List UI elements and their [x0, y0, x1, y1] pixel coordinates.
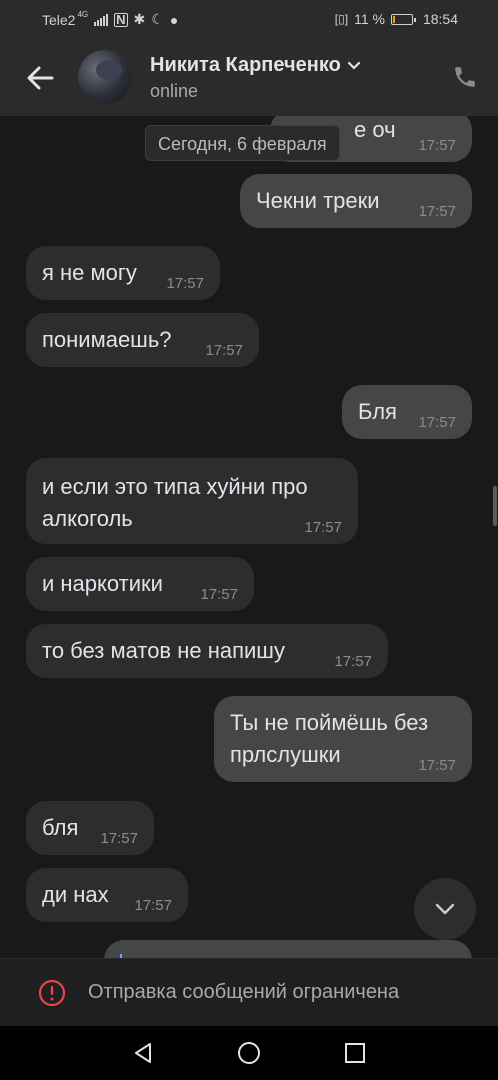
- message-text: и наркотики: [42, 571, 163, 596]
- system-nav-bar: [0, 1026, 498, 1080]
- message-time: 17:57: [166, 275, 204, 292]
- phone-icon[interactable]: [452, 64, 478, 90]
- message-bubble[interactable]: и наркотики 17:57: [26, 557, 254, 611]
- status-bar: Tele2 4G N ✱ ☾ ● [▯] 11 % 18:54: [0, 0, 498, 40]
- message-bubble[interactable]: Чекни треки 17:57: [240, 174, 472, 228]
- chat-header: Никита Карпеченко online: [0, 40, 498, 116]
- signal-icon: [94, 13, 109, 26]
- message-list[interactable]: е оч 17:57 Сегодня, 6 февраля Чекни трек…: [0, 116, 498, 958]
- vibrate-icon: [▯]: [334, 12, 349, 26]
- recents-nav-icon[interactable]: [342, 1040, 368, 1066]
- home-nav-icon[interactable]: [236, 1040, 262, 1066]
- scroll-down-button[interactable]: [414, 878, 476, 940]
- message-text: бля: [42, 815, 79, 840]
- avatar[interactable]: [78, 50, 132, 104]
- contact-name[interactable]: Никита Карпеченко: [150, 54, 361, 77]
- message-bubble[interactable]: Бля 17:57: [342, 385, 472, 439]
- message-text: то без матов не напишу: [42, 638, 285, 663]
- nfc-icon: N: [114, 11, 128, 27]
- back-arrow-icon[interactable]: [22, 60, 58, 96]
- message-text: ди нах: [42, 882, 109, 907]
- date-separator: Сегодня, 6 февраля: [145, 125, 340, 161]
- bluetooth-icon: ✱: [133, 11, 146, 27]
- message-bubble[interactable]: бля 17:57: [26, 801, 154, 855]
- message-time: 17:57: [418, 757, 456, 774]
- scrollbar[interactable]: [493, 486, 497, 526]
- message-time: 17:57: [100, 830, 138, 847]
- clock: 18:54: [422, 11, 458, 27]
- moon-icon: ☾: [151, 11, 164, 27]
- message-text: Чекни треки: [256, 188, 380, 213]
- message-bubble[interactable]: то без матов не напишу 17:57: [26, 624, 388, 678]
- message-time: 17:57: [334, 653, 372, 670]
- message-bubble[interactable]: ди нах 17:57: [26, 868, 188, 922]
- message-time: 17:57: [418, 414, 456, 431]
- message-time: 17:57: [134, 897, 172, 914]
- message-bubble-partial[interactable]: [104, 940, 472, 958]
- restriction-text: Отправка сообщений ограничена: [88, 981, 400, 1003]
- message-text: Бля: [358, 399, 397, 424]
- battery-percent: 11 %: [354, 11, 385, 27]
- message-bubble[interactable]: и если это типа хуйни про алкоголь 17:57: [26, 458, 358, 544]
- contact-name-text: Никита Карпеченко: [150, 54, 341, 76]
- carrier-name: Tele2: [42, 11, 76, 28]
- contact-status: online: [150, 81, 199, 101]
- message-text: я не могу: [42, 260, 137, 285]
- chevron-down-icon: [347, 61, 360, 70]
- message-time: 17:57: [205, 342, 243, 359]
- message-time: 17:57: [200, 586, 238, 603]
- message-bubble[interactable]: я не могу 17:57: [26, 246, 220, 300]
- network-badge: 4G: [77, 10, 89, 19]
- message-bubble[interactable]: Ты не поймёшь без прлслушки 17:57: [214, 696, 472, 782]
- battery-icon: [390, 13, 416, 25]
- message-text: и если это типа хуйни про алкоголь: [42, 474, 308, 531]
- back-nav-icon[interactable]: [130, 1040, 156, 1066]
- message-bubble[interactable]: понимаешь? 17:57: [26, 313, 259, 367]
- alert-icon: [38, 979, 66, 1007]
- message-text: е оч: [354, 117, 396, 142]
- message-time: 17:57: [418, 137, 456, 154]
- message-time: 17:57: [418, 203, 456, 220]
- chat-notification-icon: ●: [169, 11, 179, 28]
- chevron-down-icon: [435, 903, 455, 915]
- message-text: понимаешь?: [42, 327, 172, 352]
- message-time: 17:57: [304, 519, 342, 536]
- restriction-banner: Отправка сообщений ограничена: [0, 958, 498, 1026]
